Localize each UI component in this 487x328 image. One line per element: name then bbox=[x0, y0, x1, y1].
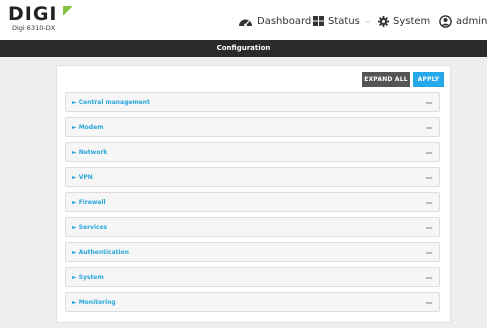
section-label: ► Firewall bbox=[72, 199, 106, 206]
collapse-dash-icon bbox=[426, 152, 432, 154]
section-firewall[interactable]: ► Firewall bbox=[65, 192, 440, 212]
section-authentication[interactable]: ► Authentication bbox=[65, 242, 440, 262]
section-label: ► Monitoring bbox=[72, 299, 116, 306]
device-name: Digi 6310-DX bbox=[12, 24, 56, 32]
chevron-down-icon[interactable]: ⌄ bbox=[425, 15, 433, 26]
section-network[interactable]: ► Network bbox=[65, 142, 440, 162]
section-label: ► Central management bbox=[72, 99, 150, 106]
dashboard-icon bbox=[239, 19, 252, 26]
section-label: ► Modem bbox=[72, 124, 104, 131]
section-system[interactable]: ► System bbox=[65, 267, 440, 287]
status-grid-icon bbox=[313, 16, 324, 26]
nav-system[interactable]: System bbox=[378, 12, 430, 30]
collapse-dash-icon bbox=[426, 202, 432, 204]
section-label: ► Services bbox=[72, 224, 108, 231]
section-modem[interactable]: ► Modem bbox=[65, 117, 440, 137]
nav-dashboard-label: Dashboard bbox=[257, 15, 312, 27]
gear-icon bbox=[378, 15, 389, 27]
top-header: DIGI Digi 6310-DX Dashboard Status ⌄ Sys… bbox=[0, 0, 487, 40]
collapse-dash-icon bbox=[426, 127, 432, 129]
nav-status[interactable]: Status bbox=[313, 12, 360, 30]
section-vpn[interactable]: ► VPN bbox=[65, 167, 440, 187]
page-titlebar: Configuration bbox=[0, 40, 487, 57]
section-services[interactable]: ► Services bbox=[65, 217, 440, 237]
section-label: ► VPN bbox=[72, 174, 93, 181]
page-title: Configuration bbox=[216, 44, 271, 52]
nav-dashboard[interactable]: Dashboard bbox=[238, 12, 311, 30]
collapse-dash-icon bbox=[426, 227, 432, 229]
nav-admin-label: admin bbox=[456, 15, 487, 27]
section-monitoring[interactable]: ► Monitoring bbox=[65, 292, 440, 312]
nav-status-label: Status bbox=[328, 15, 360, 27]
expand-all-button[interactable]: EXPAND ALL bbox=[362, 72, 410, 87]
section-label: ► Authentication bbox=[72, 249, 129, 256]
collapse-dash-icon bbox=[426, 277, 432, 279]
section-label: ► System bbox=[72, 274, 104, 281]
digi-logo[interactable]: DIGI bbox=[8, 3, 74, 25]
collapse-dash-icon bbox=[426, 102, 432, 104]
collapse-dash-icon bbox=[426, 177, 432, 179]
user-icon bbox=[439, 14, 452, 28]
section-central-management[interactable]: ► Central management bbox=[65, 92, 440, 112]
section-label: ► Network bbox=[72, 149, 108, 156]
collapse-dash-icon bbox=[426, 252, 432, 254]
collapse-dash-icon bbox=[426, 302, 432, 304]
chevron-down-icon[interactable]: ⌄ bbox=[364, 15, 372, 26]
logo-wordmark: DIGI bbox=[8, 3, 58, 25]
logo-mark-icon bbox=[63, 6, 74, 15]
apply-button[interactable]: APPLY bbox=[413, 72, 444, 87]
nav-admin[interactable]: admin bbox=[439, 12, 487, 30]
